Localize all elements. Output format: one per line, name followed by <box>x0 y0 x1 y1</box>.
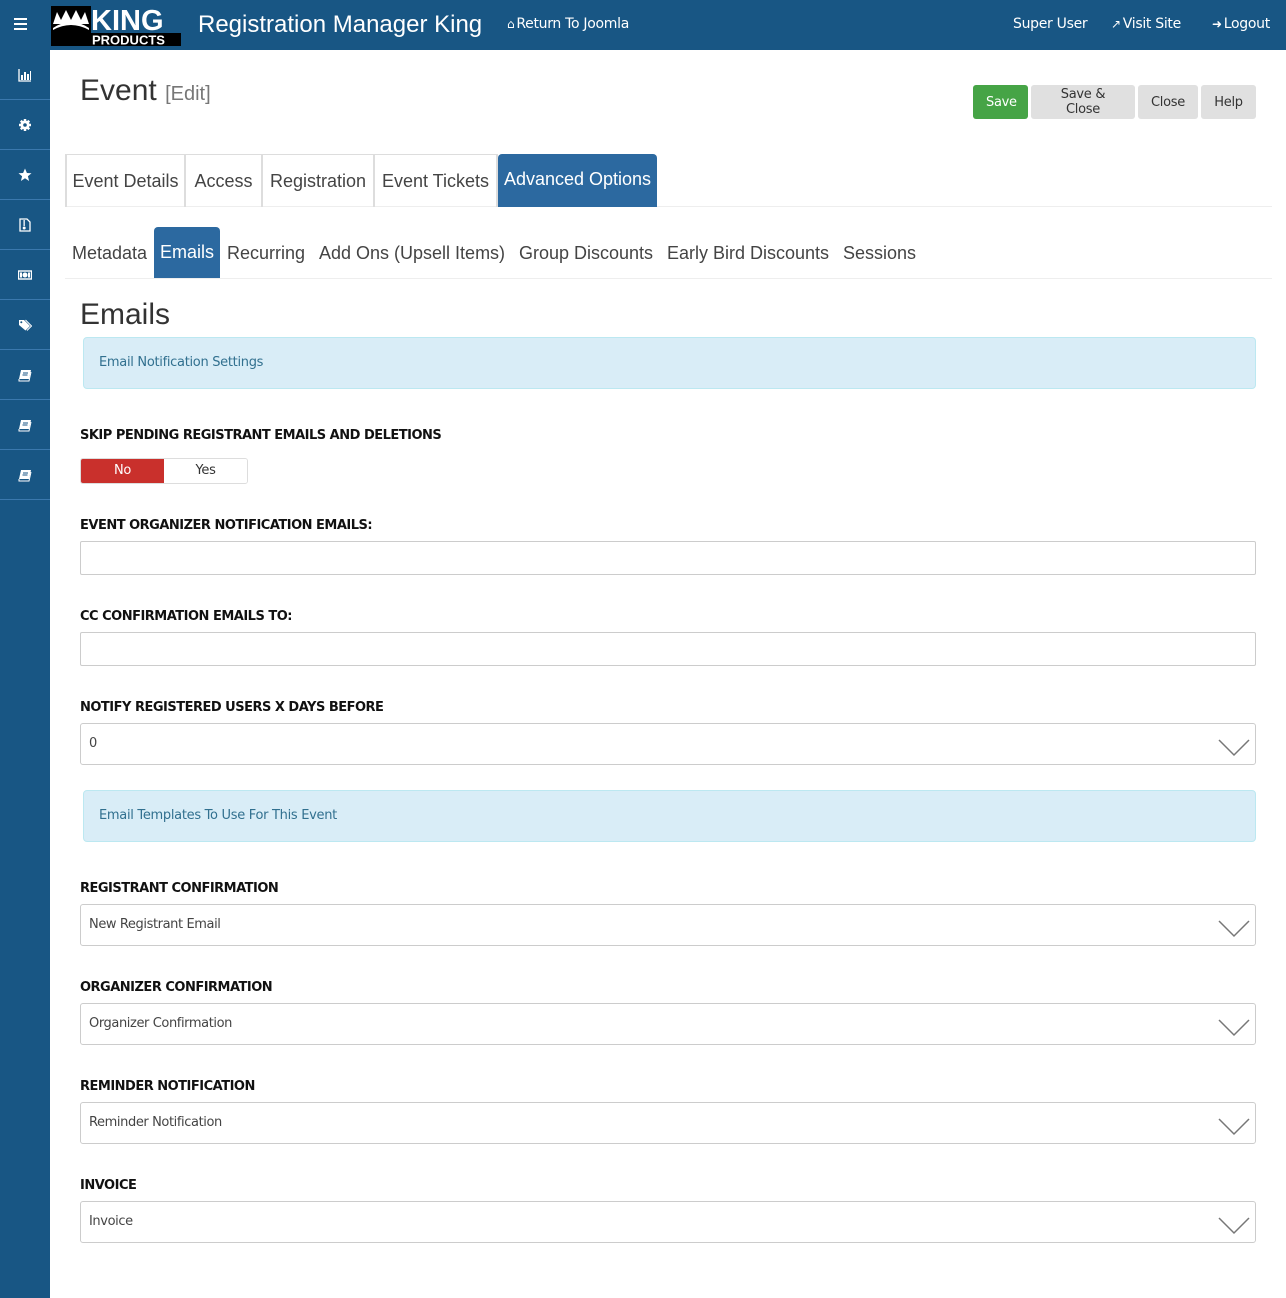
main-tabs: Event Details Access Registration Event … <box>65 154 1272 207</box>
reminder-notification-value: Reminder Notification <box>89 1115 222 1130</box>
help-button[interactable]: Help <box>1201 85 1256 119</box>
tab-event-tickets[interactable]: Event Tickets <box>373 154 498 207</box>
save-button[interactable]: Save <box>973 85 1028 119</box>
sidebar-item-featured[interactable] <box>0 150 50 200</box>
templates-alert: Email Templates To Use For This Event <box>83 790 1256 842</box>
gear-icon <box>19 118 31 131</box>
cc-emails-input[interactable] <box>80 632 1256 666</box>
book-icon <box>18 469 32 481</box>
visit-label: Visit Site <box>1122 16 1181 32</box>
visit-site-link[interactable]: ↗ Visit Site <box>1111 16 1181 32</box>
registrant-confirmation-select[interactable]: New Registrant Email <box>80 904 1256 946</box>
logout-link[interactable]: ➜ Logout <box>1212 16 1270 32</box>
sidebar-item-payments[interactable] <box>0 250 50 300</box>
subtab-sessions[interactable]: Sessions <box>843 227 916 278</box>
book-icon <box>18 419 32 431</box>
notification-settings-alert: Email Notification Settings <box>83 337 1256 389</box>
sign-out-icon: ➜ <box>1212 17 1222 31</box>
organizer-confirmation-label: ORGANIZER CONFIRMATION <box>80 980 273 995</box>
bar-chart-icon <box>18 68 31 82</box>
external-link-icon: ↗ <box>1111 17 1121 31</box>
sidebar-item-archive[interactable] <box>0 200 50 250</box>
subtab-recurring[interactable]: Recurring <box>227 227 305 278</box>
notify-days-value: 0 <box>89 736 97 751</box>
subtab-emails[interactable]: Emails <box>154 227 220 278</box>
tab-access[interactable]: Access <box>184 154 261 207</box>
section-title: Emails <box>80 298 171 331</box>
home-icon: ⌂ <box>507 17 515 31</box>
return-label: Return To Joomla <box>516 16 629 32</box>
sidebar <box>0 50 50 1298</box>
hamburger-icon[interactable] <box>14 18 27 30</box>
sidebar-item-book-1[interactable] <box>0 350 50 400</box>
save-close-button[interactable]: Save & Close <box>1031 85 1135 119</box>
tags-icon <box>19 319 32 331</box>
sidebar-item-book-2[interactable] <box>0 400 50 450</box>
money-icon <box>18 269 32 280</box>
subtab-add-ons[interactable]: Add Ons (Upsell Items) <box>319 227 505 278</box>
file-archive-icon <box>19 217 31 232</box>
chevron-down-icon <box>1218 1217 1250 1235</box>
subtab-early-bird-discounts[interactable]: Early Bird Discounts <box>667 227 829 278</box>
tab-event-details[interactable]: Event Details <box>65 154 184 207</box>
reminder-notification-select[interactable]: Reminder Notification <box>80 1102 1256 1144</box>
sidebar-item-dashboard[interactable] <box>0 50 50 100</box>
king-products-logo[interactable]: KING PRODUCTS <box>51 6 181 46</box>
subtab-group-discounts[interactable]: Group Discounts <box>519 227 653 278</box>
sidebar-item-settings[interactable] <box>0 100 50 150</box>
svg-text:PRODUCTS: PRODUCTS <box>92 33 165 47</box>
tab-registration[interactable]: Registration <box>261 154 373 207</box>
registrant-confirmation-value: New Registrant Email <box>89 917 221 932</box>
chevron-down-icon <box>1218 920 1250 938</box>
chevron-down-icon <box>1218 739 1250 757</box>
sidebar-item-tags[interactable] <box>0 300 50 350</box>
organizer-emails-label: EVENT ORGANIZER NOTIFICATION EMAILS: <box>80 518 373 533</box>
invoice-select[interactable]: Invoice <box>80 1201 1256 1243</box>
skip-pending-label: SKIP PENDING REGISTRANT EMAILS AND DELET… <box>80 428 442 443</box>
reminder-notification-label: REMINDER NOTIFICATION <box>80 1079 255 1094</box>
page-subtitle: [Edit] <box>165 83 211 105</box>
chevron-down-icon <box>1218 1019 1250 1037</box>
toggle-no-option[interactable]: No <box>81 459 164 483</box>
subtab-metadata[interactable]: Metadata <box>72 227 147 278</box>
page-title: Event [Edit] <box>80 74 211 108</box>
book-icon <box>18 369 32 381</box>
organizer-confirmation-select[interactable]: Organizer Confirmation <box>80 1003 1256 1045</box>
app-title: Registration Manager King <box>198 11 483 38</box>
invoice-label: INVOICE <box>80 1178 137 1193</box>
skip-pending-toggle: No Yes <box>80 458 248 484</box>
star-icon <box>18 168 32 181</box>
organizer-emails-input[interactable] <box>80 541 1256 575</box>
registrant-confirmation-label: REGISTRANT CONFIRMATION <box>80 881 279 896</box>
page-title-text: Event <box>80 74 157 107</box>
toggle-yes-option[interactable]: Yes <box>164 459 247 483</box>
tab-advanced-options[interactable]: Advanced Options <box>498 154 657 207</box>
return-to-joomla-link[interactable]: ⌂ Return To Joomla <box>507 16 629 32</box>
close-button[interactable]: Close <box>1138 85 1198 119</box>
notify-days-label: NOTIFY REGISTERED USERS X DAYS BEFORE <box>80 700 384 715</box>
sub-tabs: Metadata Emails Recurring Add Ons (Upsel… <box>65 227 1272 279</box>
cc-emails-label: CC CONFIRMATION EMAILS TO: <box>80 609 292 624</box>
sidebar-item-book-3[interactable] <box>0 450 50 500</box>
logout-label: Logout <box>1223 16 1270 32</box>
chevron-down-icon <box>1218 1118 1250 1136</box>
invoice-value: Invoice <box>89 1214 133 1229</box>
organizer-confirmation-value: Organizer Confirmation <box>89 1016 233 1031</box>
top-navbar: KING PRODUCTS Registration Manager King … <box>0 0 1286 50</box>
super-user-link[interactable]: Super User <box>1013 16 1088 32</box>
toolbar: Save Save & Close Close Help <box>973 85 1256 119</box>
notify-days-select[interactable]: 0 <box>80 723 1256 765</box>
